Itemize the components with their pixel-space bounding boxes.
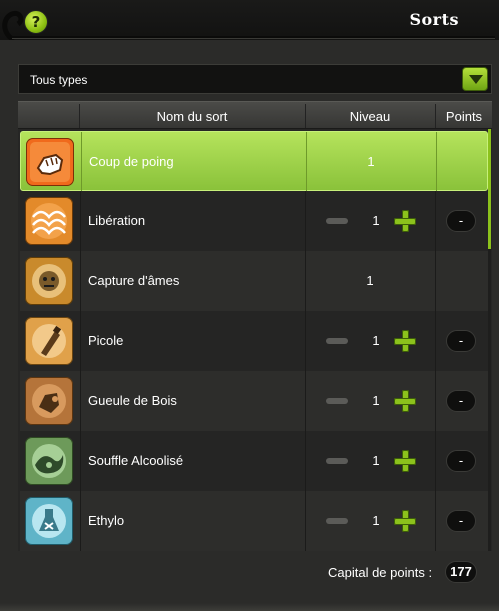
column-divider [80,431,81,491]
points-badge: - [446,450,476,472]
spell-level: 1 [372,333,380,348]
level-cell: 1 [306,311,434,371]
column-header-level[interactable]: Niveau [306,109,434,124]
points-badge: - [446,390,476,412]
column-divider [435,491,436,551]
column-divider [81,132,82,192]
column-divider [80,311,81,371]
spell-level: 1 [372,513,380,528]
spell-row-gueule-de-bois[interactable]: Gueule de Bois 1 - [20,371,488,431]
spell-level: 1 [372,213,380,228]
column-divider [435,431,436,491]
level-cell: 1 [306,251,434,311]
level-cell: 1 [306,491,434,551]
help-button[interactable]: ? [24,10,48,34]
column-divider [435,371,436,431]
column-divider [80,371,81,431]
decrease-level-button[interactable] [326,398,348,404]
column-divider [80,251,81,311]
points-badge: - [446,330,476,352]
spell-name: Gueule de Bois [88,393,177,408]
window-title: Sorts [409,10,459,29]
increase-level-button[interactable] [394,450,416,472]
spell-type-dropdown[interactable]: Tous types [18,64,492,94]
spell-row-ethylo[interactable]: Ethylo 1 - [20,491,488,551]
decrease-level-button[interactable] [326,338,348,344]
scrollbar-thumb[interactable] [488,129,491,249]
hangover-icon [25,377,73,425]
decrease-level-button[interactable] [326,218,348,224]
spell-name: Picole [88,333,124,348]
spell-row-coup-de-poing[interactable]: Coup de poing 1 [20,131,488,192]
title-divider [12,36,495,39]
spells-table: Nom du sort Niveau Points Coup de poing … [18,101,492,551]
spell-name: Souffle Alcoolisé [88,453,184,468]
column-divider [435,311,436,371]
breath-icon [25,437,73,485]
dropdown-value: Tous types [30,73,88,87]
spell-row-capture-d-ames[interactable]: Capture d'âmes 1 [20,251,488,311]
level-cell: 1 [306,371,434,431]
capital-points-value: 177 [445,561,477,583]
bottle-icon [25,317,73,365]
spell-level: 1 [367,154,375,169]
potion-icon [25,497,73,545]
waves-icon [25,197,73,245]
spell-name: Libération [88,213,146,228]
column-header-name[interactable]: Nom du sort [80,109,304,124]
capital-points-label: Capital de points : [328,565,433,580]
spell-row-picole[interactable]: Picole 1 - [20,311,488,371]
spell-level: 1 [372,453,380,468]
level-cell: 1 [306,431,434,491]
column-divider [80,491,81,551]
window-bottom-edge [0,603,499,611]
level-cell: 1 [307,132,435,192]
level-cell: 1 [306,191,434,251]
spell-name: Capture d'âmes [88,273,180,288]
spell-level: 1 [366,273,374,288]
column-header-points[interactable]: Points [436,109,492,124]
spell-row-liberation[interactable]: Libération 1 - [20,191,488,251]
column-divider [435,251,436,311]
points-badge: - [446,510,476,532]
dropdown-arrow-icon[interactable] [462,67,488,91]
decrease-level-button[interactable] [326,458,348,464]
fist-icon [26,138,74,186]
points-badge: - [446,210,476,232]
spell-name: Coup de poing [89,154,174,169]
spell-row-souffle-alcoolise[interactable]: Souffle Alcoolisé 1 - [20,431,488,491]
increase-level-button[interactable] [394,510,416,532]
spell-level: 1 [372,393,380,408]
table-header: Nom du sort Niveau Points [18,101,492,129]
spells-window: ? Sorts Tous types Nom du sort Niveau Po… [0,0,499,611]
increase-level-button[interactable] [394,210,416,232]
column-divider [436,132,437,192]
spell-name: Ethylo [88,513,125,528]
column-divider [435,191,436,251]
title-bar: ? Sorts [0,0,499,40]
increase-level-button[interactable] [394,330,416,352]
column-divider [80,191,81,251]
increase-level-button[interactable] [394,390,416,412]
decrease-level-button[interactable] [326,518,348,524]
soul-capture-icon [25,257,73,305]
